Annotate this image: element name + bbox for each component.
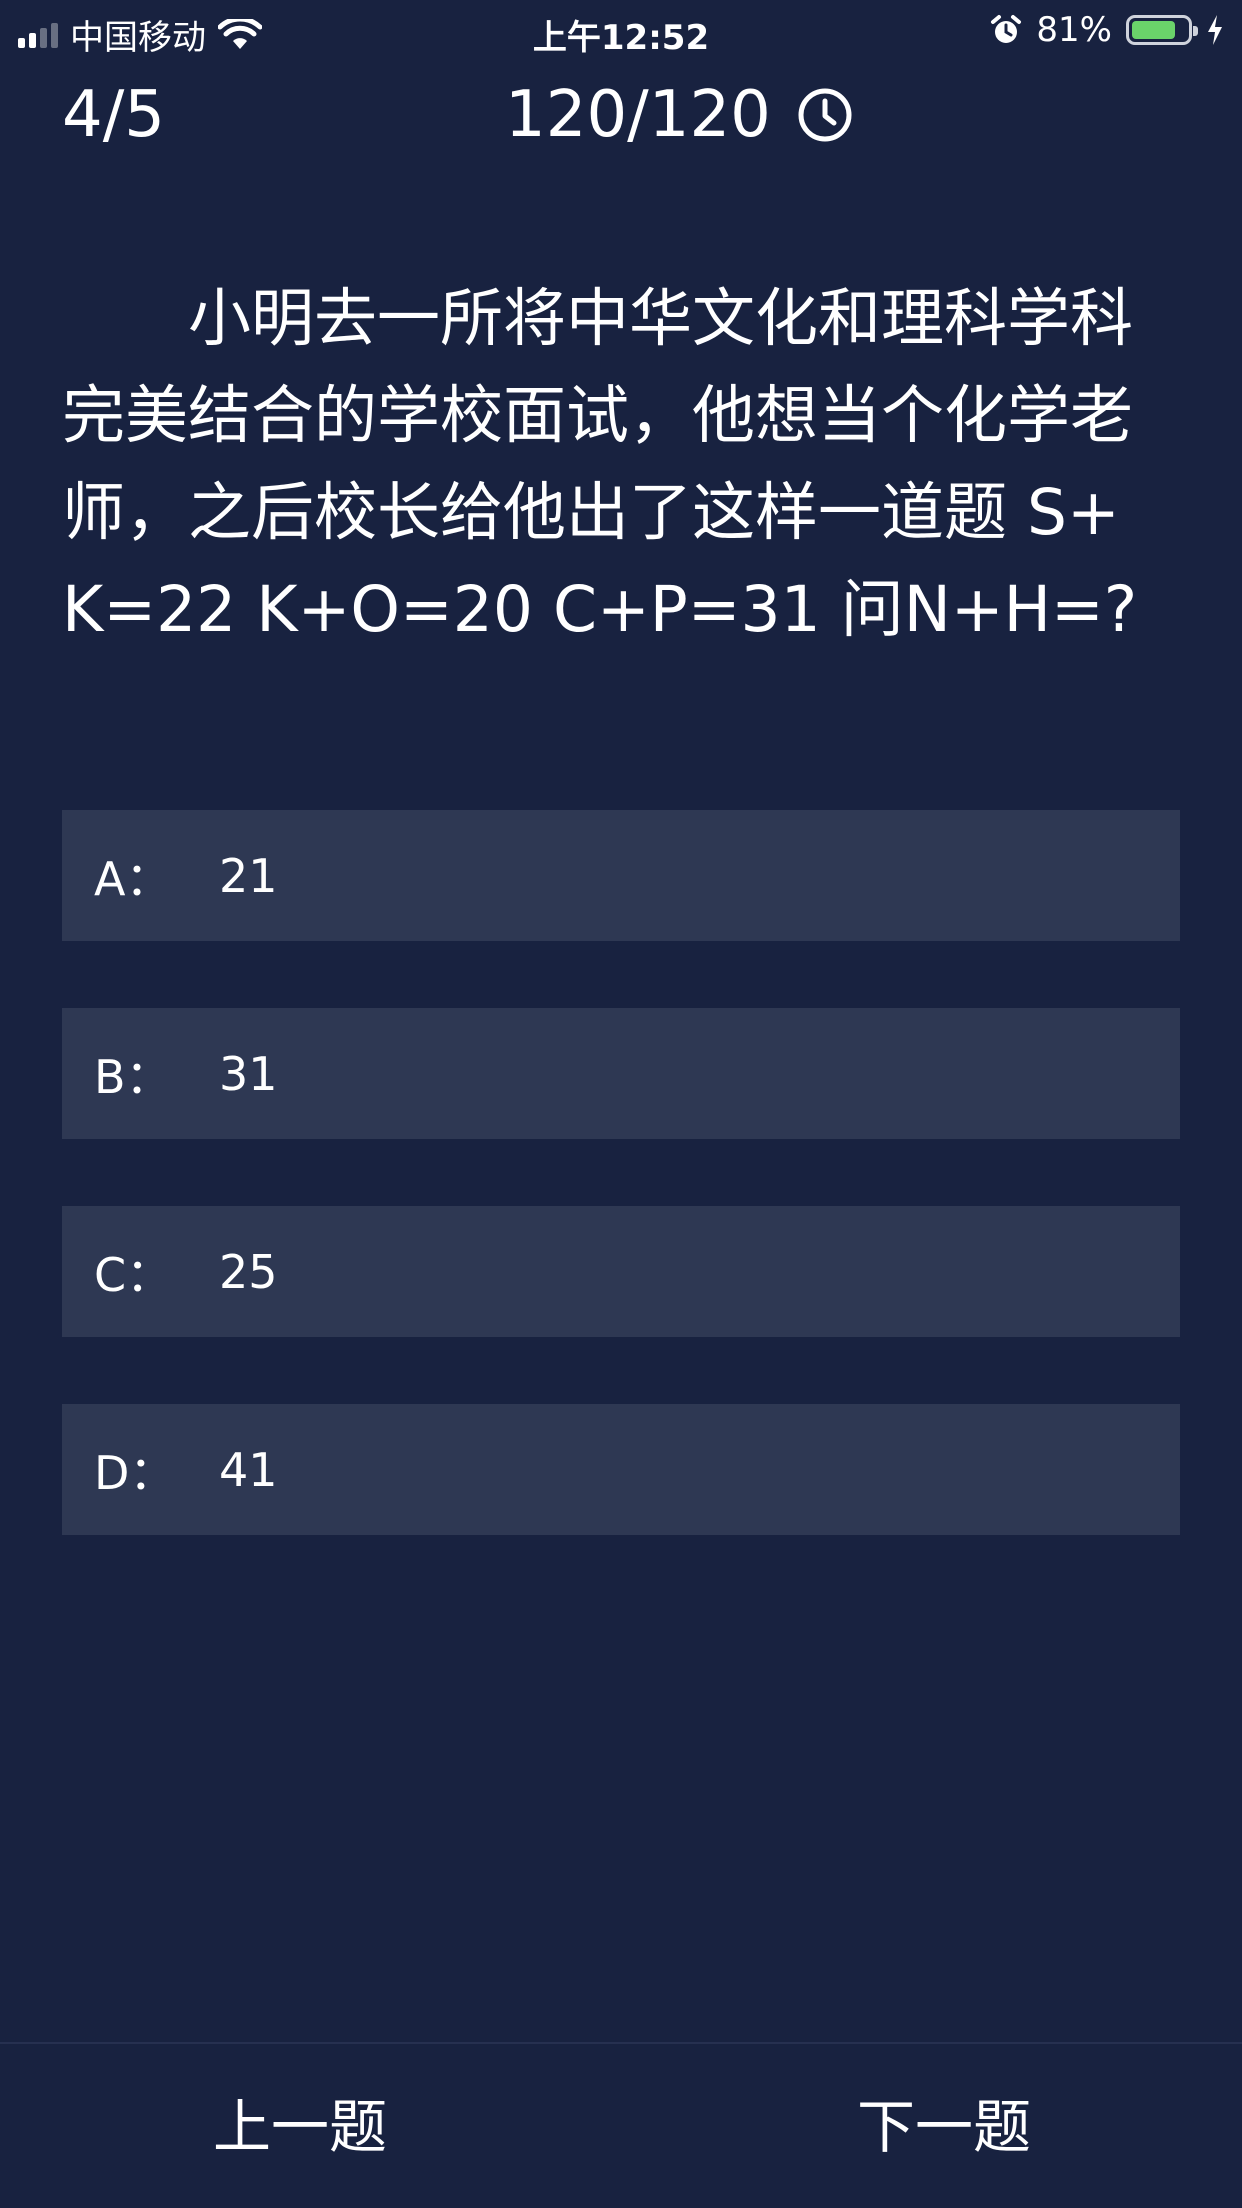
next-question-button[interactable]: 下一题 bbox=[794, 2044, 1094, 2208]
status-right: 81% bbox=[990, 10, 1224, 50]
alarm-icon bbox=[991, 15, 1022, 43]
countdown-timer: 120/120 bbox=[505, 70, 853, 160]
timer-text: 120/120 bbox=[505, 78, 771, 152]
clock-icon bbox=[798, 88, 852, 142]
status-bar: 中国移动 上午12:52 81% bbox=[0, 0, 1242, 62]
quiz-screen: 中国移动 上午12:52 81% 4/5 120/120 小明去一所将中华文化和… bbox=[0, 0, 1242, 2208]
option-value: 31 bbox=[219, 1046, 278, 1101]
option-value: 41 bbox=[219, 1442, 278, 1497]
option-c[interactable]: C： 25 bbox=[62, 1206, 1180, 1337]
battery-fill bbox=[1132, 21, 1175, 39]
question-text: 小明去一所将中华文化和理科学科完美结合的学校面试，他想当个化学老师，之后校长给他… bbox=[62, 282, 1138, 646]
option-value: 21 bbox=[219, 848, 278, 903]
bottom-nav-bar: 上一题 下一题 bbox=[0, 2042, 1242, 2208]
option-letter: A： bbox=[94, 851, 172, 906]
battery-percent: 81% bbox=[1036, 10, 1112, 50]
option-d[interactable]: D： 41 bbox=[62, 1404, 1180, 1535]
option-letter: C： bbox=[94, 1247, 173, 1302]
quiz-header: 4/5 120/120 bbox=[0, 70, 1242, 160]
option-a[interactable]: A： 21 bbox=[62, 810, 1180, 941]
option-value: 25 bbox=[219, 1244, 278, 1299]
previous-question-button[interactable]: 上一题 bbox=[150, 2044, 450, 2208]
option-b[interactable]: B： 31 bbox=[62, 1008, 1180, 1139]
battery-icon bbox=[1126, 15, 1198, 45]
answer-options: A： 21 B： 31 C： 25 D： 41 bbox=[62, 810, 1180, 1602]
question-progress: 4/5 bbox=[62, 78, 165, 152]
charging-icon bbox=[1208, 15, 1222, 45]
option-letter: B： bbox=[94, 1049, 172, 1104]
option-letter: D： bbox=[94, 1445, 176, 1500]
